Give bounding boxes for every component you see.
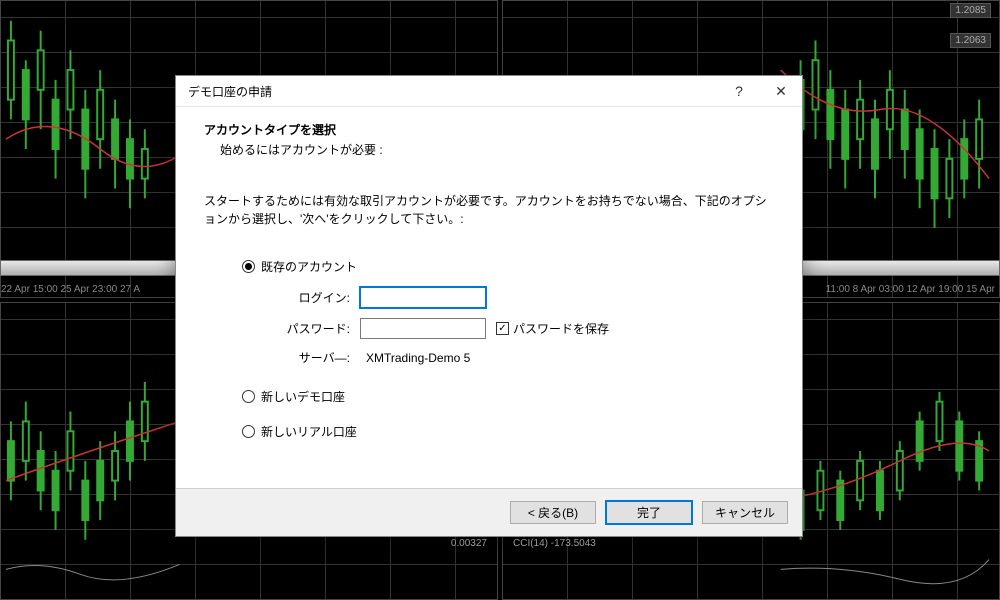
save-password-label: パスワードを保存 (513, 320, 609, 337)
close-icon: ✕ (775, 83, 787, 100)
checkbox-icon: ✓ (496, 322, 509, 335)
account-type-subheading: 始めるにはアカウントが必要 : (220, 141, 774, 158)
login-input[interactable] (360, 287, 486, 308)
server-label: サーバ―: (274, 349, 350, 366)
indicator-value-left: 0.00327 (447, 536, 491, 551)
account-type-heading: アカウントタイプを選択 (204, 121, 774, 138)
dialog-titlebar[interactable]: デモ口座の申請 ? ✕ (176, 76, 802, 107)
demo-account-dialog: デモ口座の申請 ? ✕ アカウントタイプを選択 始めるにはアカウントが必要 : … (175, 75, 803, 537)
close-button[interactable]: ✕ (760, 76, 802, 107)
password-label: パスワード: (274, 320, 350, 337)
radio-new-real[interactable]: 新しいリアル口座 (242, 423, 774, 440)
finish-button[interactable]: 完了 (606, 501, 692, 524)
dialog-body: アカウントタイプを選択 始めるにはアカウントが必要 : スタートするためには有効… (176, 107, 802, 488)
dialog-button-bar: < 戻る(B) 完了 キャンセル (176, 488, 802, 536)
help-icon: ? (735, 83, 743, 99)
indicator-value-right: CCI(14) -173.5043 (509, 536, 600, 551)
dialog-title: デモ口座の申請 (188, 83, 718, 100)
radio-label-new-real: 新しいリアル口座 (261, 423, 357, 440)
radio-icon (242, 390, 255, 403)
radio-icon (242, 425, 255, 438)
radio-label-new-demo: 新しいデモ口座 (261, 388, 345, 405)
price-label-1: 1.2085 (950, 3, 991, 18)
password-input[interactable] (360, 318, 486, 339)
cancel-button[interactable]: キャンセル (702, 501, 788, 524)
account-options: 既存のアカウント ログイン: パスワード: ✓ パスワードを保存 サーバ (242, 258, 774, 440)
instruction-text: スタートするためには有効な取引アカウントが必要です。アカウントをお持ちでない場合… (204, 192, 774, 228)
existing-account-form: ログイン: パスワード: ✓ パスワードを保存 サーバ―: XMTrading-… (274, 287, 774, 366)
radio-new-demo[interactable]: 新しいデモ口座 (242, 388, 774, 405)
help-button[interactable]: ? (718, 76, 760, 107)
radio-existing-account[interactable]: 既存のアカウント (242, 258, 774, 275)
time-axis-right: 11:00 8 Apr 03:00 12 Apr 19:00 15 Apr (826, 284, 995, 295)
save-password-checkbox[interactable]: ✓ パスワードを保存 (496, 320, 609, 337)
server-value: XMTrading-Demo 5 (366, 351, 470, 365)
time-axis-left: 22 Apr 15:00 25 Apr 23:00 27 A (1, 284, 140, 295)
radio-label-existing: 既存のアカウント (261, 258, 357, 275)
price-label-2: 1.2063 (950, 33, 991, 48)
login-label: ログイン: (274, 289, 350, 306)
back-button[interactable]: < 戻る(B) (510, 501, 596, 524)
radio-icon (242, 260, 255, 273)
